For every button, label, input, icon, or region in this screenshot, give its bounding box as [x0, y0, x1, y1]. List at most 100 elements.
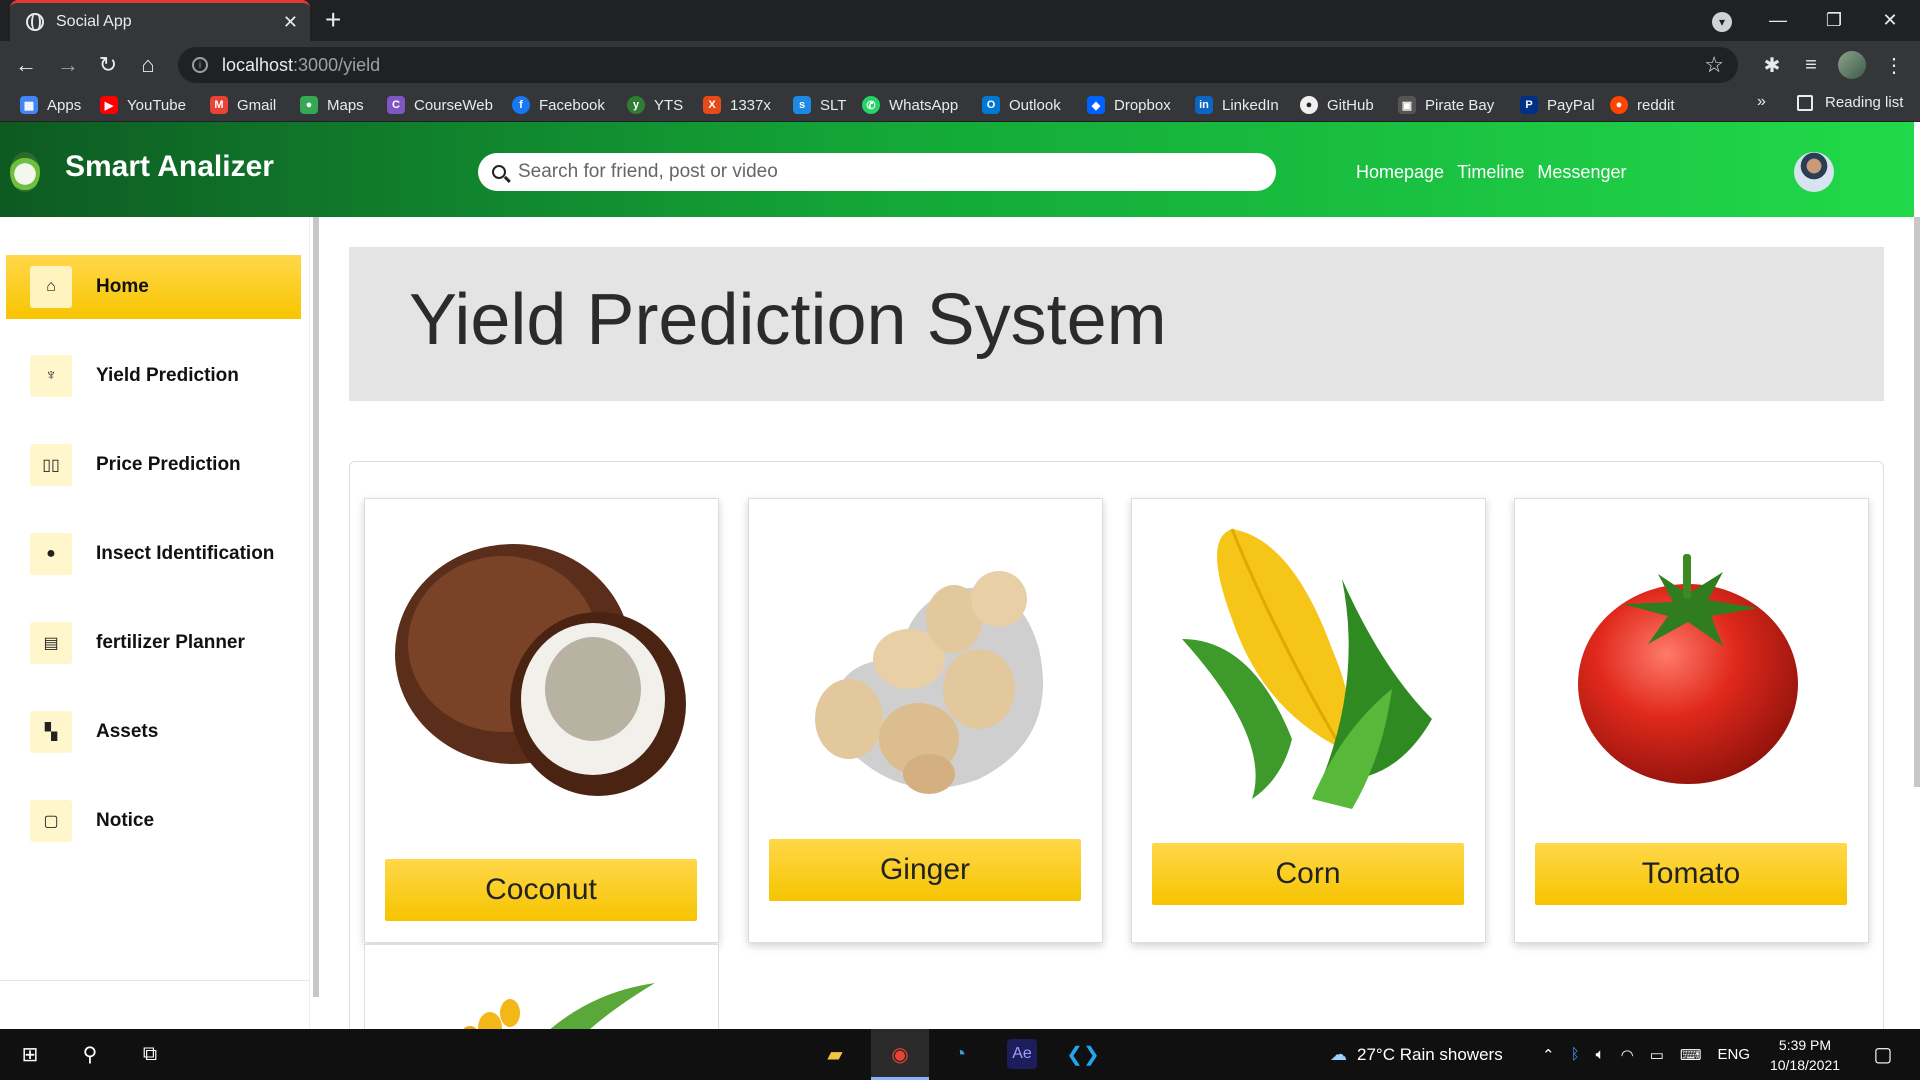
bookmark-1337x[interactable]: X 1337x — [703, 94, 771, 116]
clock-date: 10/18/2021 — [1769, 1057, 1841, 1073]
bookmark-linkedin[interactable]: in LinkedIn — [1195, 94, 1279, 116]
language-indicator[interactable]: ENG — [1718, 1046, 1751, 1063]
tab-title: Social App — [56, 13, 132, 30]
bookmark-outlook[interactable]: O Outlook — [982, 94, 1061, 116]
crop-card-tomato[interactable]: Tomato — [1514, 498, 1869, 943]
vscode-icon[interactable]: ❮❯ — [1066, 1039, 1100, 1069]
bookmark-gmail[interactable]: M Gmail — [210, 94, 276, 116]
tomato-button[interactable]: Tomato — [1535, 843, 1847, 905]
after-effects-icon[interactable]: Ae — [1007, 1039, 1037, 1069]
sidebar-item-fertilizer-planner[interactable]: ▤ fertilizer Planner — [6, 611, 301, 675]
file-explorer-icon[interactable]: ▰ — [820, 1039, 850, 1069]
header-nav: Homepage Timeline Messenger — [1356, 162, 1626, 183]
back-icon[interactable]: ← — [10, 49, 42, 81]
search-taskbar-icon[interactable]: ⚲ — [75, 1039, 105, 1069]
nav-timeline[interactable]: Timeline — [1457, 162, 1524, 183]
sidebar-scrollbar[interactable] — [313, 217, 319, 997]
clock-time: 5:39 PM — [1778, 1037, 1832, 1053]
bookmark-piratebay[interactable]: ▣ Pirate Bay — [1398, 94, 1494, 116]
bookmark-reddit[interactable]: ● reddit — [1610, 94, 1675, 116]
search-bar[interactable] — [478, 153, 1276, 191]
sidebar-item-label: Yield Prediction — [96, 365, 239, 386]
task-view-icon[interactable]: ⧉ — [135, 1039, 165, 1069]
chrome-icon[interactable]: ◉ — [885, 1039, 915, 1069]
bookmark-paypal[interactable]: P PayPal — [1520, 94, 1595, 116]
close-window-icon[interactable]: ✕ — [1862, 0, 1918, 41]
edge-icon[interactable]: ◔ — [945, 1039, 975, 1069]
coconut-image — [395, 544, 686, 796]
sidebar-item-home[interactable]: ⌂ Home — [6, 255, 301, 319]
nav-homepage[interactable]: Homepage — [1356, 162, 1444, 183]
corn-image — [1182, 528, 1432, 809]
notifications-icon[interactable]: ▢ — [1868, 1039, 1898, 1069]
ginger-image — [815, 571, 1043, 794]
sidebar-item-insect-identification[interactable]: ● Insect Identification — [6, 522, 301, 586]
crop-card-coconut[interactable]: Coconut — [364, 498, 719, 943]
extensions-icon[interactable]: ✱ — [1758, 51, 1786, 79]
bookmark-facebook[interactable]: f Facebook — [512, 94, 605, 116]
corn-button[interactable]: Corn — [1152, 843, 1464, 905]
volume-icon[interactable]: 🔈︎ — [1596, 1046, 1605, 1063]
chevron-up-icon[interactable]: ⌃ — [1542, 1046, 1555, 1064]
browser-tab[interactable]: Social App ✕ — [10, 0, 310, 41]
media-control-icon[interactable]: ≡ — [1797, 51, 1825, 79]
minimize-icon[interactable]: — — [1750, 0, 1806, 41]
sidebar-item-yield-prediction[interactable]: ♆ Yield Prediction — [6, 344, 301, 408]
bookmark-youtube[interactable]: ▶ YouTube — [100, 94, 186, 116]
bookmark-slt[interactable]: s SLT — [793, 94, 846, 116]
nav-messenger[interactable]: Messenger — [1537, 162, 1626, 183]
clock[interactable]: 5:39 PM 10/18/2021 — [1760, 1035, 1850, 1075]
sidebar-item-price-prediction[interactable]: ▯▯ Price Prediction — [6, 433, 301, 497]
weather-widget[interactable]: ☁ 27°C Rain showers — [1330, 1029, 1503, 1080]
bookmark-maps[interactable]: ● Maps — [300, 94, 364, 116]
bluetooth-icon[interactable]: ᛒ — [1571, 1046, 1580, 1063]
sidebar-item-notice[interactable]: ▢ Notice — [6, 789, 301, 853]
bug-icon: ● — [30, 533, 72, 575]
bookmark-whatsapp[interactable]: ✆ WhatsApp — [862, 94, 958, 116]
piratebay-icon: ▣ — [1398, 96, 1416, 114]
user-avatar[interactable] — [1794, 152, 1834, 192]
reddit-icon: ● — [1610, 96, 1628, 114]
crop-card-corn[interactable]: Corn — [1131, 498, 1486, 943]
bookmark-courseweb[interactable]: C CourseWeb — [387, 94, 493, 116]
battery-icon[interactable]: ▭ — [1650, 1046, 1664, 1064]
restore-icon[interactable]: ❐ — [1806, 0, 1862, 41]
info-icon[interactable]: i — [192, 57, 208, 73]
sidebar-item-label: Home — [96, 276, 149, 297]
bookmark-dropbox[interactable]: ◆ Dropbox — [1087, 94, 1171, 116]
crop-card-ginger[interactable]: Ginger — [748, 498, 1103, 943]
sidebar-item-assets[interactable]: ▚ Assets — [6, 700, 301, 764]
search-input[interactable] — [518, 161, 1218, 183]
app-logo-icon[interactable] — [10, 152, 40, 192]
browser-toolbar: ← → ↻ ⌂ i localhost:3000/yield ☆ ✱ ≡ ⋮ — [0, 41, 1920, 88]
browser-profile-avatar[interactable] — [1838, 51, 1866, 79]
home-browser-icon[interactable]: ⌂ — [132, 49, 164, 81]
tab-search-icon[interactable]: ▾ — [1712, 12, 1732, 32]
search-icon — [492, 165, 506, 179]
wifi-icon[interactable]: ◠ — [1621, 1046, 1634, 1064]
reading-list-button[interactable]: Reading list — [1797, 94, 1903, 111]
sidebar-item-label: fertilizer Planner — [96, 632, 245, 653]
windows-start-icon[interactable]: ⊞ — [15, 1039, 45, 1069]
reload-icon[interactable]: ↻ — [92, 49, 124, 81]
ginger-button[interactable]: Ginger — [769, 839, 1081, 901]
page-scrollbar[interactable] — [1914, 217, 1920, 787]
courseweb-icon: C — [387, 96, 405, 114]
bookmark-github[interactable]: ● GitHub — [1300, 94, 1374, 116]
bookmark-yts[interactable]: y YTS — [627, 94, 683, 116]
windows-taskbar: ⊞ ⚲ ⧉ ▰ ◉ ◔ Ae ❮❯ ☁ 27°C Rain showers ⌃ … — [0, 1029, 1920, 1080]
bookmark-star-icon[interactable]: ☆ — [1704, 52, 1724, 78]
brand-title[interactable]: Smart Analizer — [65, 150, 274, 184]
sidebar: ⌂ Home ♆ Yield Prediction ▯▯ Price Predi… — [0, 217, 310, 1029]
forward-icon[interactable]: → — [52, 49, 84, 81]
document-icon: ▤ — [30, 622, 72, 664]
menu-dots-icon[interactable]: ⋮ — [1880, 51, 1908, 79]
bookmarks-overflow-icon[interactable]: » — [1757, 93, 1766, 111]
boxes-icon: ▚ — [30, 711, 72, 753]
bookmark-apps[interactable]: ▦ Apps — [20, 94, 81, 116]
coconut-button[interactable]: Coconut — [385, 859, 697, 921]
close-tab-icon[interactable]: ✕ — [283, 12, 298, 33]
address-bar[interactable]: i localhost:3000/yield ☆ — [178, 47, 1738, 83]
new-tab-button[interactable]: + — [325, 4, 341, 36]
keyboard-icon[interactable]: ⌨ — [1680, 1046, 1702, 1064]
